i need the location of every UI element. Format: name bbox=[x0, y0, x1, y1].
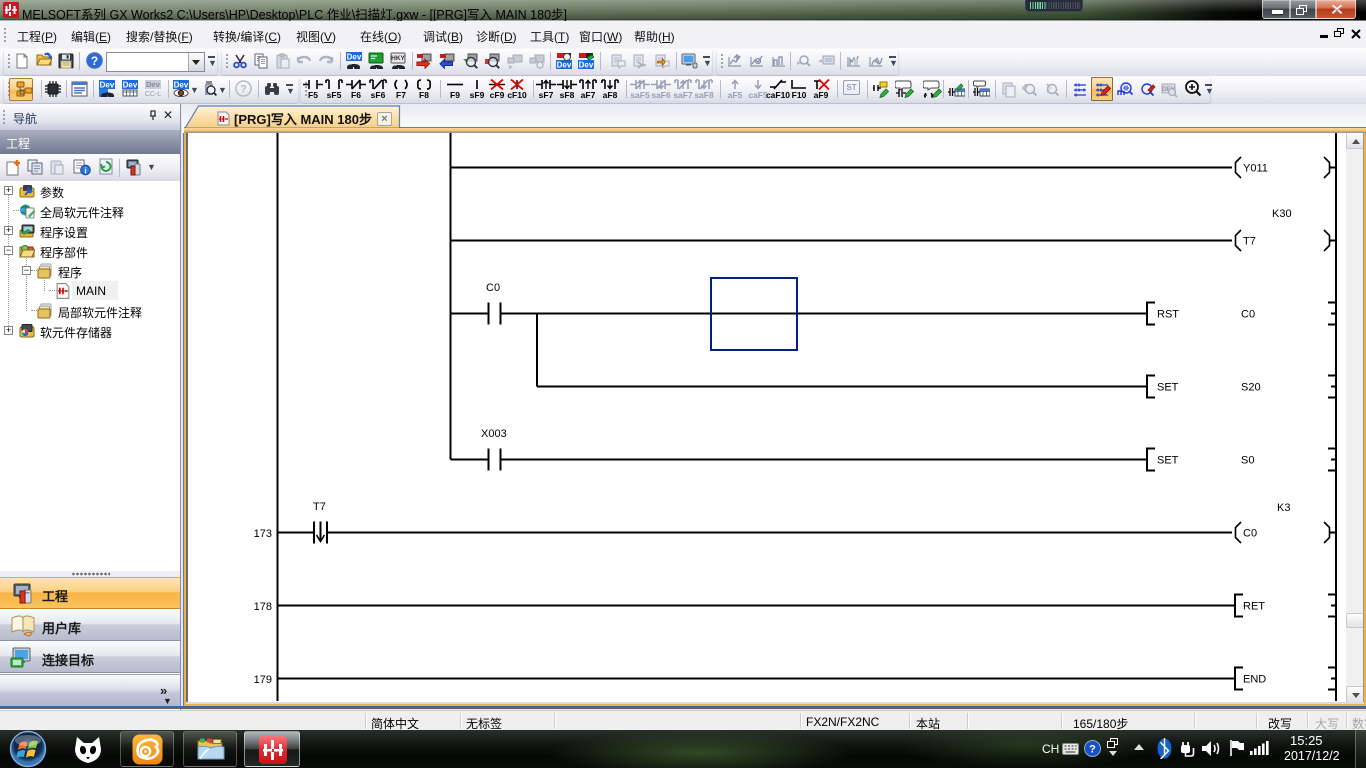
svg-text:C0: C0 bbox=[1243, 528, 1257, 540]
svg-text:CC-L: CC-L bbox=[145, 91, 161, 97]
svg-text:?: ? bbox=[91, 54, 98, 68]
svg-text:Y011: Y011 bbox=[1243, 163, 1268, 175]
svg-text:K3: K3 bbox=[1277, 502, 1290, 514]
svg-text:C0: C0 bbox=[486, 282, 500, 294]
svg-text:?: ? bbox=[1089, 744, 1096, 756]
svg-text:i: i bbox=[84, 166, 86, 176]
svg-text:S0: S0 bbox=[1241, 455, 1254, 467]
svg-text:Dev: Dev bbox=[123, 81, 138, 90]
svg-text:T7: T7 bbox=[1243, 236, 1256, 248]
svg-text:RET: RET bbox=[1243, 601, 1265, 613]
svg-text:RST: RST bbox=[1157, 309, 1179, 321]
svg-text:Dev: Dev bbox=[557, 61, 572, 70]
svg-text:Dev: Dev bbox=[347, 53, 362, 62]
svg-text:173: 173 bbox=[254, 528, 272, 540]
svg-text:Dev: Dev bbox=[100, 81, 115, 90]
svg-text:?: ? bbox=[240, 84, 247, 96]
svg-text:SET: SET bbox=[1157, 382, 1179, 394]
svg-text:X003: X003 bbox=[481, 428, 507, 440]
svg-text:END: END bbox=[1243, 674, 1266, 686]
svg-text:HKY: HKY bbox=[391, 55, 405, 62]
svg-text:C0: C0 bbox=[1241, 309, 1255, 321]
svg-text:179: 179 bbox=[254, 674, 272, 686]
svg-text:178: 178 bbox=[254, 601, 272, 613]
svg-text:T7: T7 bbox=[313, 501, 326, 513]
svg-text:Dev: Dev bbox=[579, 61, 594, 70]
svg-text:K30: K30 bbox=[1272, 208, 1292, 220]
svg-text:S20: S20 bbox=[1241, 382, 1261, 394]
svg-text:Dev: Dev bbox=[146, 80, 161, 89]
svg-text:SET: SET bbox=[1157, 455, 1179, 467]
svg-text:Dev: Dev bbox=[174, 81, 189, 90]
